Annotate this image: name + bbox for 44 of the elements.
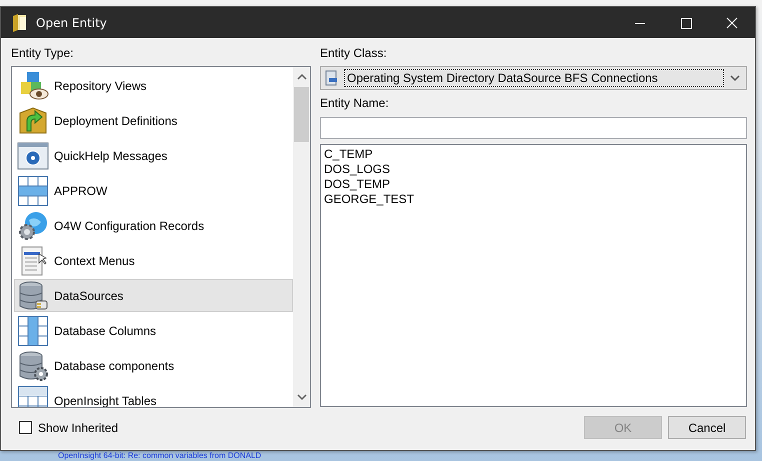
entity-type-label: Deployment Definitions [54, 114, 178, 128]
entity-class-label: Entity Class: [320, 46, 388, 60]
entity-type-label: Entity Type: [11, 46, 74, 60]
folder-icon [12, 14, 28, 32]
database-gear-icon [17, 350, 49, 382]
entity-class-value: Operating System Directory DataSource BFS Connections [344, 68, 724, 87]
entity-type-item[interactable]: Deployment Definitions [14, 104, 293, 137]
entity-type-item[interactable]: OpenInsight Tables [14, 384, 293, 407]
entity-type-label: QuickHelp Messages [54, 148, 168, 162]
entity-type-item[interactable]: Database Columns [14, 314, 293, 347]
entity-name-label: Entity Name: [320, 96, 390, 110]
entity-type-item[interactable]: O4W Configuration Records [14, 209, 293, 242]
globe-gear-icon [17, 210, 49, 242]
entity-type-label: O4W Configuration Records [54, 218, 204, 232]
entity-class-dropdown[interactable]: Operating System Directory DataSource BFS Connections [320, 66, 747, 90]
entity-type-item[interactable]: DataSources [14, 279, 293, 312]
help-window-icon [17, 140, 49, 172]
database-plug-icon [17, 280, 49, 312]
entity-type-item[interactable]: Context Menus [14, 244, 293, 277]
entity-type-item[interactable]: APPROW [14, 174, 293, 207]
entity-type-label: Database components [54, 358, 174, 372]
entity-name-item[interactable]: DOS_LOGS [324, 162, 390, 178]
entity-type-item[interactable]: Database components [14, 349, 293, 382]
entity-type-item[interactable]: QuickHelp Messages [14, 139, 293, 172]
dialog-button[interactable]: Cancel [668, 416, 746, 439]
entity-type-label: DataSources [54, 288, 124, 302]
entity-type-label: Context Menus [54, 254, 135, 268]
page-link[interactable]: OpenInsight 64-bit: Re: common variables from DONALD [58, 451, 262, 461]
entity-type-item[interactable]: Repository Views [14, 69, 293, 102]
scrollbar[interactable] [293, 67, 310, 407]
entity-type-label: Repository Views [54, 78, 146, 92]
entity-name-item[interactable]: C_TEMP [324, 147, 373, 162]
window-title: Open Entity [36, 16, 107, 30]
show-inherited-label: Show Inherited [38, 420, 118, 434]
grid-column-icon [17, 314, 49, 346]
entity-type-label: OpenInsight Tables [54, 394, 157, 407]
entity-type-label: Database Columns [54, 324, 156, 338]
entity-name-item[interactable]: DOS_TEMP [324, 177, 390, 192]
entity-type-label: APPROW [54, 184, 108, 198]
show-inherited-checkbox[interactable] [19, 421, 32, 434]
scroll-thumb[interactable] [294, 87, 309, 142]
entity-name-field[interactable] [320, 116, 747, 140]
entity-name-item[interactable]: GEORGE_TEST [324, 192, 414, 208]
grid-icon [17, 174, 49, 206]
